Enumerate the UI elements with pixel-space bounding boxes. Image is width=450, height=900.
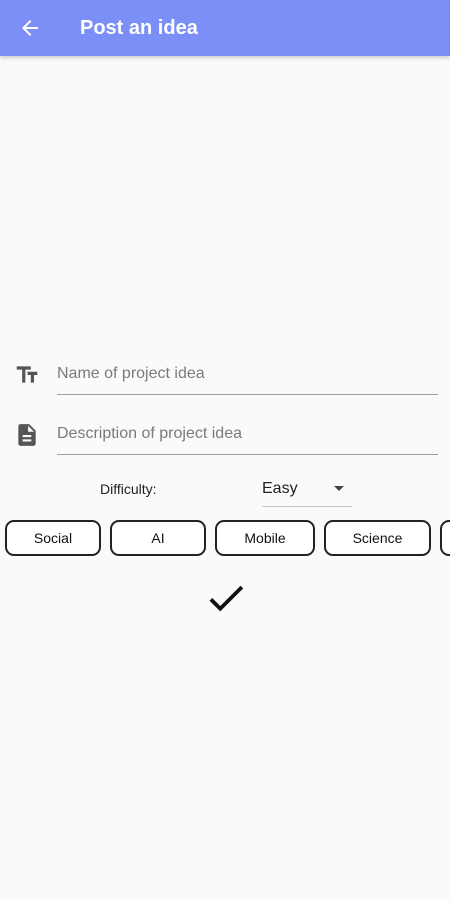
project-name-input[interactable] [57, 354, 438, 395]
chip-mobile[interactable]: Mobile [215, 520, 315, 556]
chip-ai[interactable]: AI [110, 520, 206, 556]
checkmark-icon [209, 585, 244, 612]
page-title: Post an idea [80, 17, 198, 39]
submit-button[interactable] [202, 574, 250, 622]
document-icon [14, 422, 40, 448]
app-bar: Post an idea [0, 0, 450, 56]
back-button[interactable] [10, 8, 50, 48]
text-size-icon [14, 362, 40, 388]
category-chips: Social AI Mobile Science [5, 520, 450, 556]
chip-social[interactable]: Social [5, 520, 101, 556]
arrow-left-icon [22, 20, 38, 36]
dropdown-arrow-icon [334, 486, 344, 491]
chip-partial[interactable] [440, 520, 450, 556]
project-description-input[interactable] [57, 414, 438, 455]
description-field-row [0, 410, 450, 466]
difficulty-selected-value: Easy [262, 480, 298, 497]
difficulty-dropdown[interactable]: Easy [262, 472, 352, 507]
name-field-row [0, 350, 450, 406]
difficulty-label: Difficulty: [100, 481, 157, 497]
chip-science[interactable]: Science [324, 520, 431, 556]
